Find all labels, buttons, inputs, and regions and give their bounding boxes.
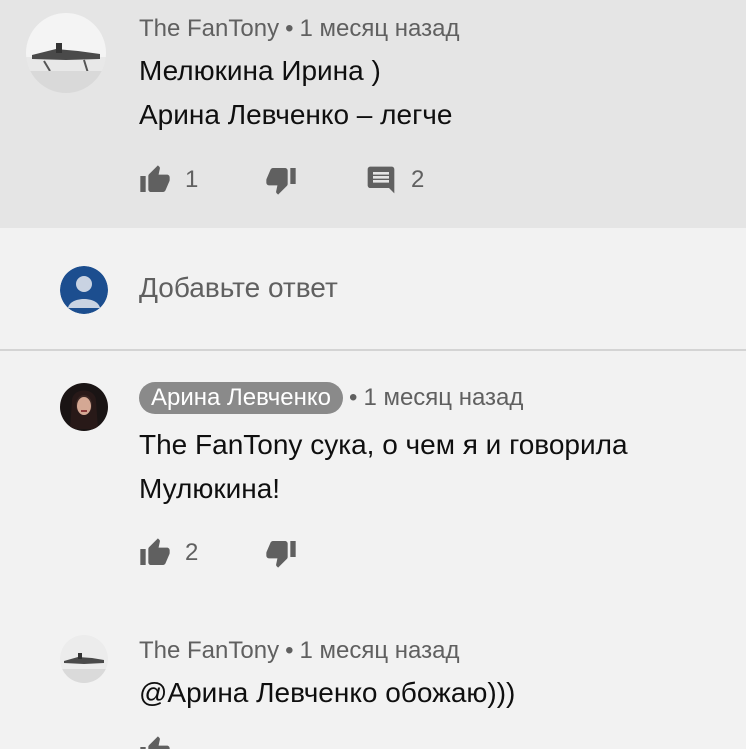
comment-text: @Арина Левченко обожаю))) — [139, 671, 515, 715]
thumbs-down-icon — [266, 541, 296, 568]
author-name[interactable]: The FanTony — [139, 15, 279, 42]
comment-line: Мулюкина! — [139, 473, 281, 504]
add-reply-input[interactable]: Добавьте ответ — [139, 272, 338, 304]
highlighted-comment: The FanTony • 1 месяц назад Мелюкина Ирина… — [0, 0, 746, 228]
separator-dot: • — [349, 384, 358, 411]
like-button[interactable]: 2 — [139, 536, 198, 570]
like-button[interactable] — [139, 734, 171, 749]
separator-dot: • — [285, 637, 294, 664]
comment-icon — [367, 166, 395, 194]
like-button[interactable]: 1 — [139, 163, 198, 197]
dislike-button[interactable] — [265, 163, 297, 197]
comment-meta: The FanTony • 1 месяц назад — [139, 15, 459, 43]
comment-line: Мелюкина Ирина ) — [139, 55, 381, 86]
commenter-avatar[interactable] — [60, 635, 108, 683]
user-avatar-icon — [60, 266, 108, 314]
comment-time[interactable]: 1 месяц назад — [299, 15, 459, 42]
reply-count: 2 — [411, 166, 425, 193]
separator-dot: • — [285, 15, 294, 42]
comment-line: Арина Левченко – легче — [139, 99, 453, 130]
like-count: 2 — [185, 539, 199, 566]
comment-time[interactable]: 1 месяц назад — [299, 637, 459, 664]
reply-button[interactable]: 2 — [365, 163, 424, 197]
comment-actions — [139, 734, 239, 749]
comment-meta: Арина Левченко • 1 месяц назад — [139, 382, 523, 414]
comment-time[interactable]: 1 месяц назад — [363, 384, 523, 411]
comment-line: @Арина Левченко обожаю))) — [139, 677, 516, 708]
thumbs-up-icon — [140, 538, 170, 565]
comment-text: Мелюкина Ирина ) Арина Левченко – легче — [139, 49, 452, 137]
commenter-avatar[interactable] — [60, 383, 108, 431]
comment-actions: 2 — [139, 536, 439, 570]
add-reply-row[interactable]: Добавьте ответ — [0, 228, 746, 349]
thumbs-down-icon — [266, 168, 296, 195]
comment-actions: 1 2 — [139, 163, 599, 197]
author-name[interactable]: The FanTony — [139, 637, 279, 664]
dislike-button[interactable] — [265, 536, 297, 570]
thumbs-up-icon — [140, 165, 170, 192]
comment-line: The FanTony сука, о чем я и говорила — [139, 429, 628, 460]
divider — [0, 349, 746, 351]
comment-text: The FanTony сука, о чем я и говорила Мул… — [139, 423, 628, 511]
commenter-avatar[interactable] — [26, 13, 106, 93]
like-count: 1 — [185, 166, 199, 193]
comment-meta: The FanTony • 1 месяц назад — [139, 637, 459, 665]
thumbs-up-icon — [140, 736, 170, 749]
author-name-chip[interactable]: Арина Левченко — [139, 382, 344, 414]
